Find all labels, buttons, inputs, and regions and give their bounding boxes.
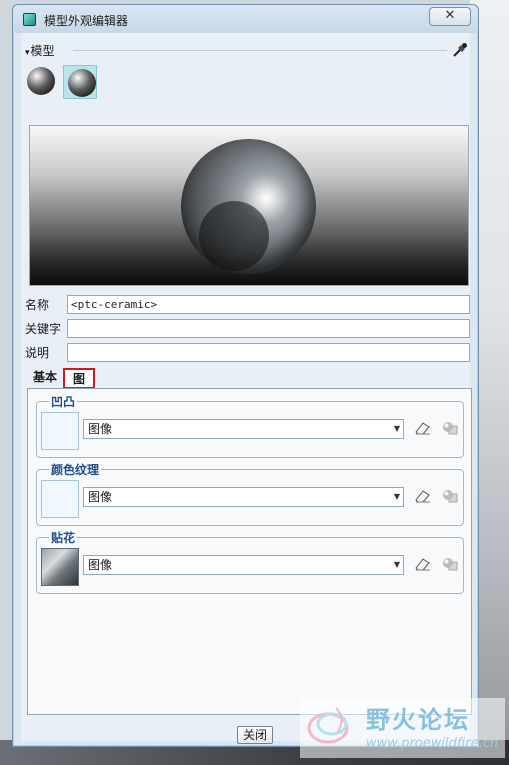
name-label: 名称 — [25, 298, 50, 312]
name-input[interactable]: <ptc-ceramic> — [67, 295, 470, 314]
model-section-header[interactable]: ▾模型 — [25, 42, 55, 59]
color-texture-group: 颜色纹理 图像 ▼ — [36, 461, 464, 526]
collapse-triangle-icon[interactable]: ▾ — [25, 48, 30, 58]
decal-group-title: 贴花 — [49, 529, 78, 546]
eyedropper-icon[interactable] — [451, 41, 469, 59]
chevron-down-icon: ▼ — [393, 492, 400, 501]
color-texture-type-select[interactable]: 图像 ▼ — [83, 487, 404, 507]
title-bar[interactable]: 模型外观编辑器 ✕ — [13, 5, 478, 33]
forum-watermark: 野火论坛 www.proewildfire.cn — [300, 698, 505, 758]
watermark-url: www.proewildfire.cn — [366, 736, 499, 751]
chevron-down-icon: ▼ — [393, 424, 400, 433]
tab-map[interactable]: 图 — [63, 368, 95, 389]
description-label: 说明 — [25, 346, 50, 360]
eraser-icon[interactable] — [414, 556, 432, 572]
color-texture-type-value: 图像 — [88, 490, 113, 504]
map-tab-panel: 凹凸 图像 ▼ 颜色纹理 图像 ▼ 贴花 图像 ▼ — [27, 388, 472, 715]
preview-sphere — [181, 139, 316, 274]
model-thumbnail-selected[interactable] — [63, 65, 97, 99]
model-section-label: 模型 — [30, 44, 55, 58]
decal-type-select[interactable]: 图像 ▼ — [83, 555, 404, 575]
flame-logo-icon — [307, 707, 349, 744]
description-input[interactable] — [67, 343, 470, 362]
model-thumbnail-1[interactable] — [25, 65, 59, 99]
dialog-body: ▾模型 名称 <ptc-ceramic> 关键字 说明 基本 图 凹凸 图像 ▼… — [21, 33, 472, 744]
appearance-editor-dialog: 模型外观编辑器 ✕ ▾模型 名称 <ptc-ceramic> 关键字 说明 基本… — [12, 4, 479, 747]
chevron-down-icon: ▼ — [393, 560, 400, 569]
sphere-shadow — [199, 201, 269, 271]
keyword-label: 关键字 — [25, 322, 62, 336]
sphere-icon[interactable] — [442, 489, 458, 503]
bump-group: 凹凸 图像 ▼ — [36, 393, 464, 458]
close-button[interactable]: 关闭 — [237, 726, 273, 744]
appearance-preview[interactable] — [29, 125, 469, 286]
sphere-thumbnail-icon — [68, 69, 96, 97]
watermark-title: 野火论坛 — [366, 706, 470, 734]
sphere-icon[interactable] — [442, 421, 458, 435]
eraser-icon[interactable] — [414, 420, 432, 436]
eraser-icon[interactable] — [414, 488, 432, 504]
bump-type-select[interactable]: 图像 ▼ — [83, 419, 404, 439]
window-title: 模型外观编辑器 — [44, 14, 129, 28]
color-texture-image-slot[interactable] — [41, 480, 79, 518]
close-icon: ✕ — [444, 8, 456, 23]
decal-group: 贴花 图像 ▼ — [36, 529, 464, 594]
sphere-icon[interactable] — [442, 557, 458, 571]
section-divider — [73, 50, 447, 51]
bump-type-value: 图像 — [88, 422, 113, 436]
app-icon — [23, 13, 36, 26]
window-close-button[interactable]: ✕ — [429, 7, 471, 26]
color-texture-group-title: 颜色纹理 — [49, 461, 102, 478]
sphere-thumbnail-icon — [27, 67, 55, 95]
bump-group-title: 凹凸 — [49, 393, 78, 410]
decal-image-slot[interactable] — [41, 548, 79, 586]
keyword-input[interactable] — [67, 319, 470, 338]
decal-type-value: 图像 — [88, 558, 113, 572]
bump-image-slot[interactable] — [41, 412, 79, 450]
tab-basic[interactable]: 基本 — [27, 368, 63, 389]
